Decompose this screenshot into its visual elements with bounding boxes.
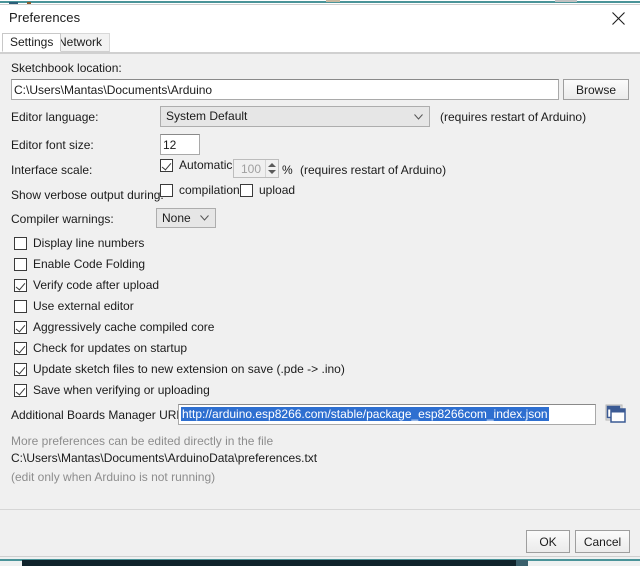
interface-scale-label: Interface scale: [11,163,93,177]
editor-language-select[interactable]: System Default [160,106,430,127]
checkbox-label: Update sketch files to new extension on … [33,362,345,376]
checkbox-verify-code-after-upload[interactable]: Verify code after upload [14,278,159,292]
boards-manager-urls-input[interactable]: http://arduino.esp8266.com/stable/packag… [178,404,596,425]
checkbox-enable-code-folding[interactable]: Enable Code Folding [14,257,145,271]
background-fleck [326,0,340,2]
checkbox-label: Aggressively cache compiled core [33,320,215,334]
stepper-down-icon[interactable] [268,170,276,174]
checkbox-label: Enable Code Folding [33,257,146,271]
interface-scale-stepper[interactable]: 100 [233,159,279,178]
editor-language-label: Editor language: [11,110,99,124]
checkbox-label: Save when verifying or uploading [33,383,210,397]
checkbox-label: Check for updates on startup [33,341,188,355]
stepper-up-icon[interactable] [268,163,276,167]
footnote-line-1: More preferences can be edited directly … [11,434,274,448]
checkbox-box [14,278,27,292]
verbose-upload-checkbox[interactable]: upload [240,183,295,197]
checkbox-box [14,320,27,334]
interface-scale-automatic-checkbox[interactable]: Automatic [160,158,232,172]
tab-settings[interactable]: Settings [2,33,62,52]
percent-label: % [282,163,293,177]
chevron-down-icon [414,113,423,120]
ok-button[interactable]: OK [526,530,570,553]
checkbox-box [14,236,27,250]
sketchbook-location-input[interactable] [11,79,559,100]
checkbox-box [14,362,27,376]
verbose-compilation-checkbox[interactable]: compilation [160,183,240,197]
compiler-warnings-select[interactable]: None [156,208,216,228]
tab-strip: Settings Network [0,32,640,53]
footnote-preferences-path: C:\Users\Mantas\Documents\ArduinoData\pr… [11,451,318,465]
interface-scale-automatic-label: Automatic [179,158,233,172]
checkbox-display-line-numbers[interactable]: Display line numbers [14,236,144,250]
checkbox-aggressively-cache-compiled-core[interactable]: Aggressively cache compiled core [14,320,214,334]
checkbox-label: Display line numbers [33,236,145,250]
checkbox-box [14,257,27,271]
verbose-compilation-label: compilation [179,183,240,197]
background-fleck [555,0,577,2]
dialog-footer: OK Cancel [0,509,640,556]
boards-manager-urls-label: Additional Boards Manager URLs: [11,408,193,422]
verbose-upload-label: upload [259,183,296,197]
stepper-buttons[interactable] [265,160,278,177]
cancel-button[interactable]: Cancel [575,530,630,553]
close-icon [611,12,625,25]
checkbox-box [14,383,27,397]
chevron-down-icon [200,215,209,221]
background-dark-bar-segment [516,560,528,566]
settings-panel: Sketchbook location: Browse Editor langu… [0,53,640,512]
editor-language-value: System Default [166,109,248,123]
title-bar: Preferences [0,5,640,32]
footer-divider [0,509,640,510]
checkbox-box [160,158,173,172]
checkbox-label: Use external editor [33,299,134,313]
editor-font-size-input[interactable] [160,134,200,155]
open-urls-editor-button[interactable] [605,404,627,425]
open-window-icon [605,404,626,423]
checkbox-label: Verify code after upload [33,278,160,292]
checkbox-save-when-verifying-or-uploading[interactable]: Save when verifying or uploading [14,383,210,397]
checkbox-use-external-editor[interactable]: Use external editor [14,299,134,313]
checkbox-box [160,183,173,197]
boards-manager-urls-value: http://arduino.esp8266.com/stable/packag… [181,407,549,421]
checkbox-box [14,299,27,313]
interface-scale-value: 100 [240,161,261,176]
preferences-dialog-root: Preferences Settings Network Sketchbook … [0,0,640,566]
checkbox-box [240,183,253,197]
verbose-output-label: Show verbose output during: [11,188,164,202]
checkbox-check-for-updates-on-startup[interactable]: Check for updates on startup [14,341,187,355]
compiler-warnings-label: Compiler warnings: [11,212,114,226]
interface-scale-restart-note: (requires restart of Arduino) [300,163,447,177]
editor-font-size-label: Editor font size: [11,138,94,152]
compiler-warnings-value: None [162,211,191,225]
background-accent-strip-top [0,1,640,3]
checkbox-box [14,341,27,355]
close-button[interactable] [596,5,640,32]
footnote-line-3: (edit only when Arduino is not running) [11,470,216,484]
editor-language-restart-note: (requires restart of Arduino) [440,110,587,124]
browse-button[interactable]: Browse [563,79,629,100]
window-title: Preferences [9,10,81,25]
sketchbook-location-label: Sketchbook location: [11,61,122,75]
checkbox-update-sketch-files-extension[interactable]: Update sketch files to new extension on … [14,362,345,376]
preferences-window: Preferences Settings Network Sketchbook … [0,4,640,557]
background-dark-bar [22,560,516,566]
